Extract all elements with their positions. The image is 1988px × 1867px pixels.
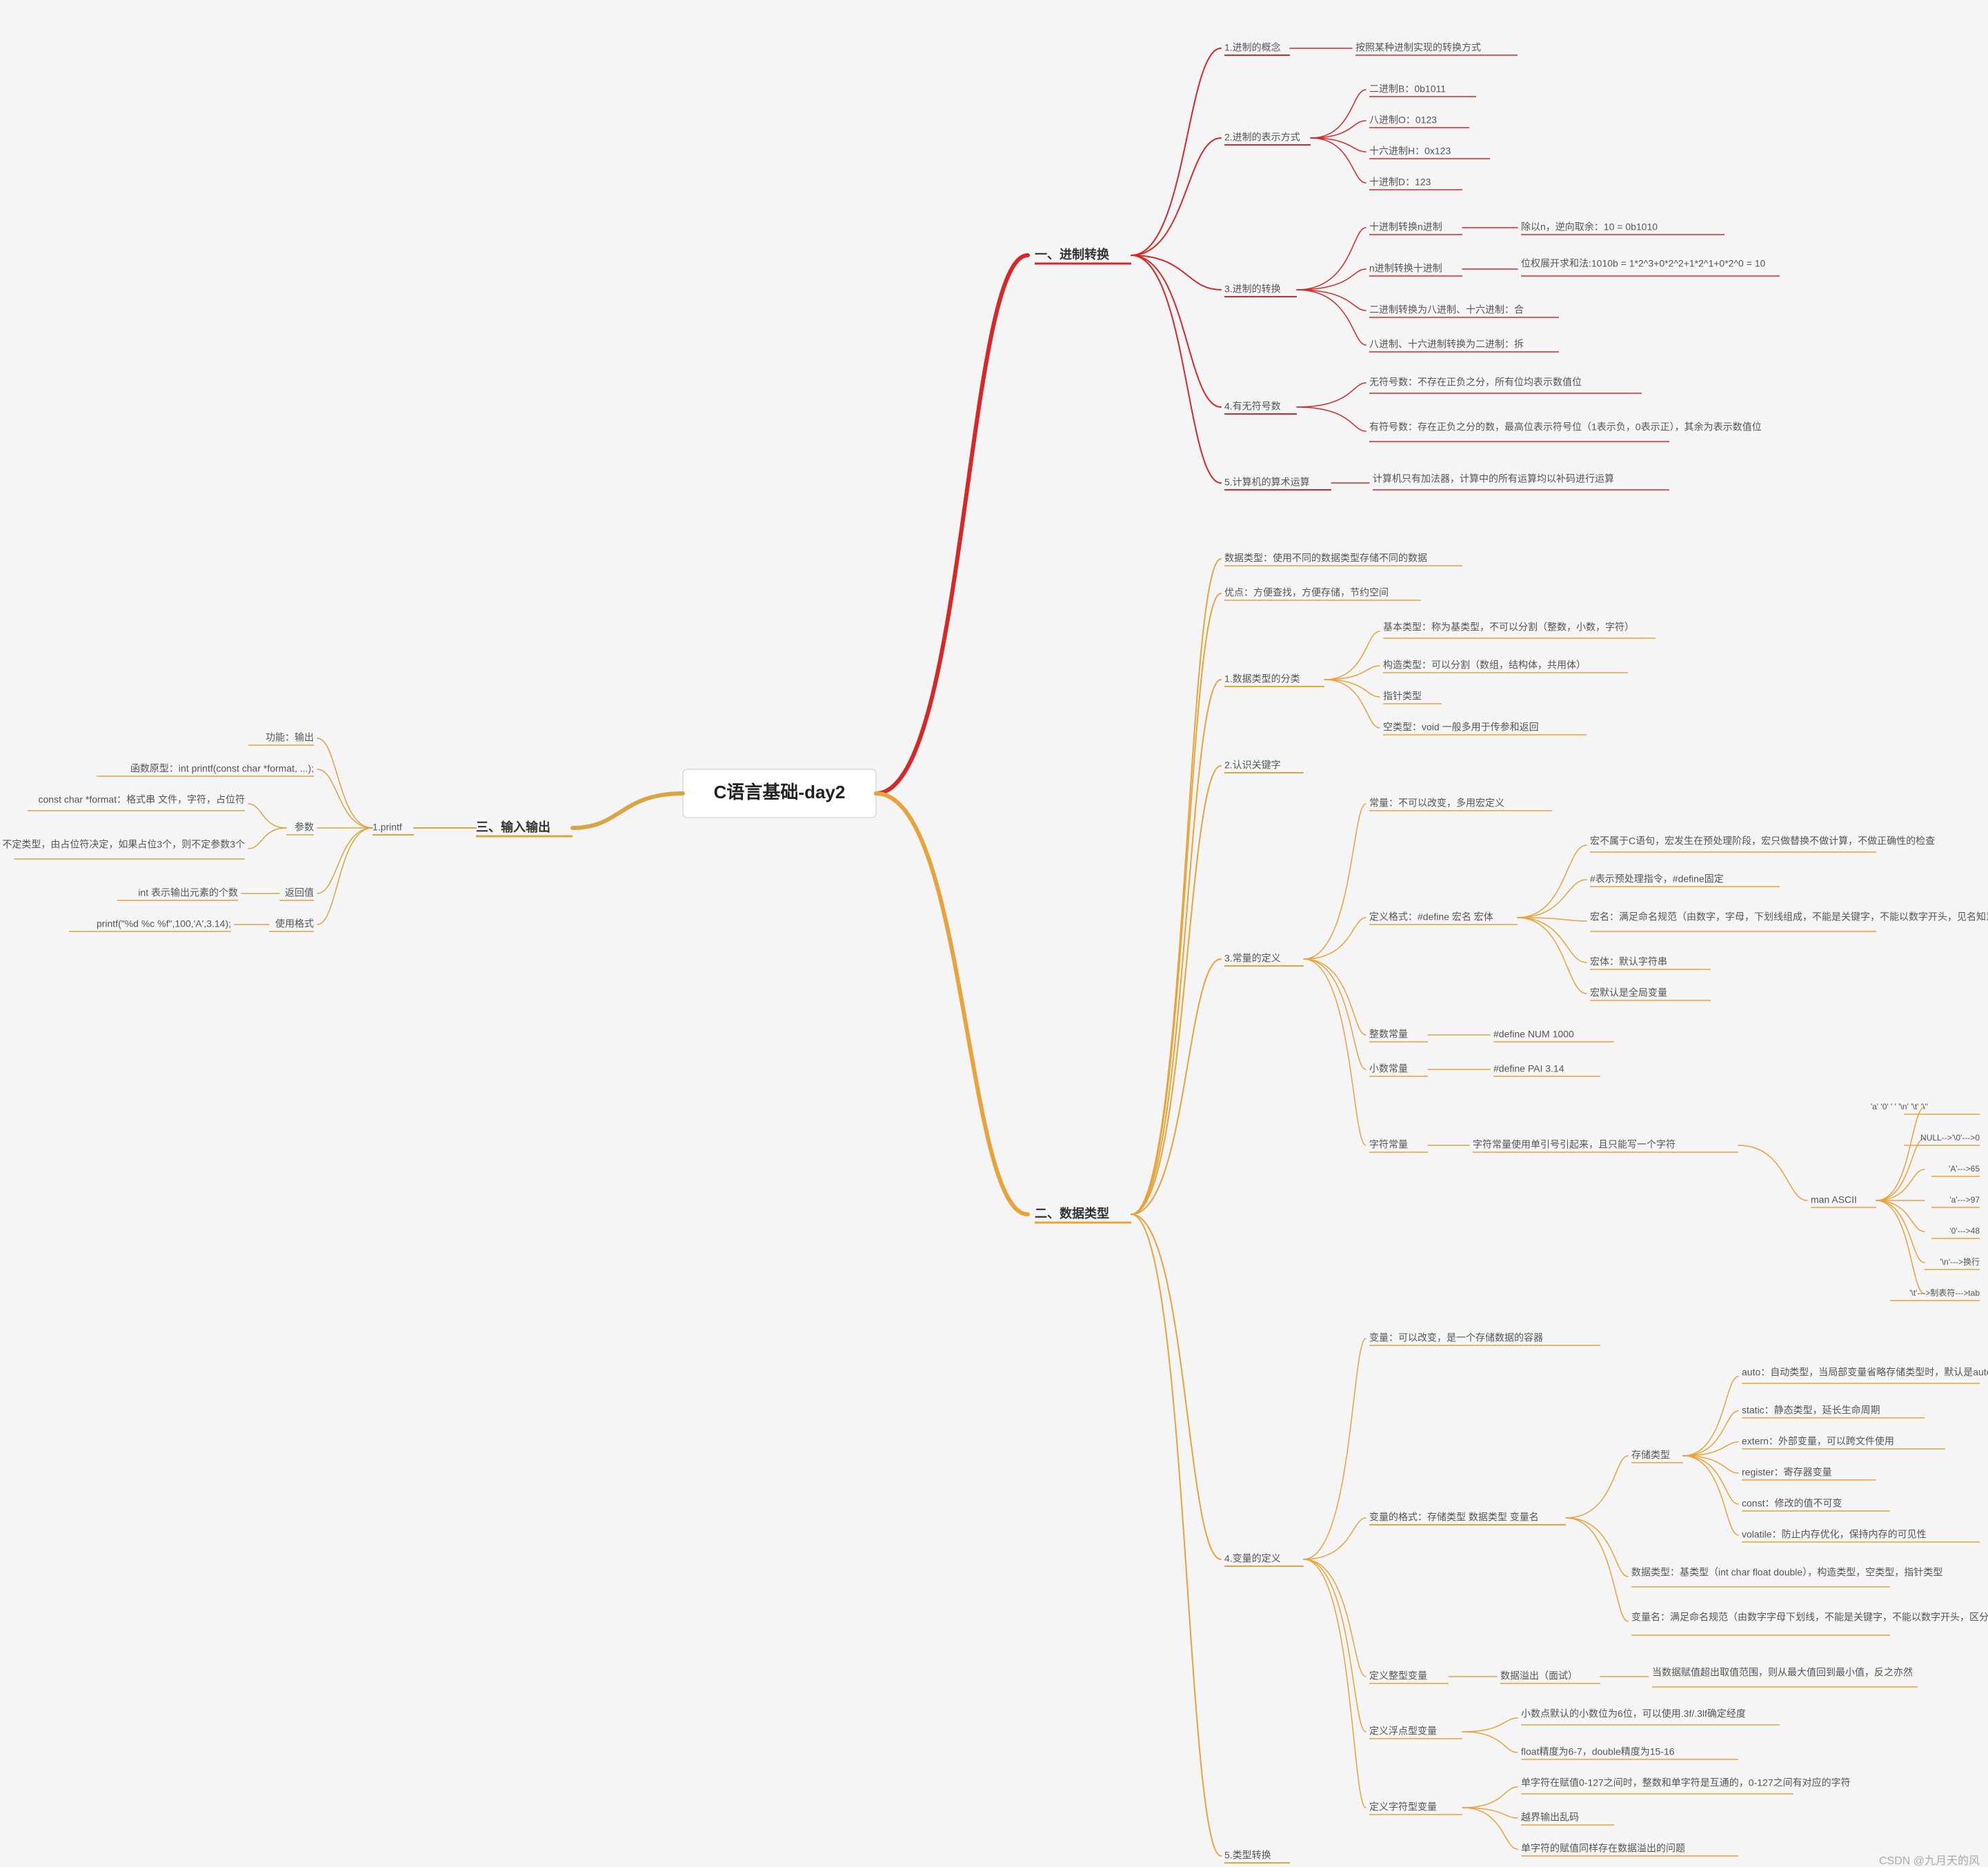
store-e: const：修改的值不可变: [1742, 1498, 1842, 1509]
mindmap-canvas: C语言基础-day2 一、进制转换 1.进制的概念 按照某种进制实现的转换方式 …: [0, 0, 1988, 1867]
b2-n4-nm: 变量名：满足命名规范（由数字字母下划线，不能是关键字，不能以数字开头，区分大小写…: [1631, 1612, 1988, 1623]
b2-n4-fmt: 变量的格式：存储类型 数据类型 变量名: [1369, 1512, 1539, 1523]
b1-n3-b-d: 位权展开求和法:1010b = 1*2^3+0*2^2+1*2^1+0*2^0 …: [1521, 258, 1766, 269]
store-c: extern：外部变量，可以跨文件使用: [1742, 1436, 1894, 1447]
watermark: CSDN @九月天的风: [1879, 1855, 1980, 1867]
b1-title: 一、进制转换: [1035, 247, 1110, 261]
ascii-c: 'A'--->65: [1949, 1164, 1980, 1174]
ascii-a: 'a' '0' ' ' '\n' '\t' '\'': [1871, 1102, 1928, 1112]
b3-title: 三、输入输出: [476, 820, 550, 834]
b1-n5-d: 计算机只有加法器，计算中的所有运算均以补码进行运算: [1373, 473, 1614, 484]
b2-n1-c: 指针类型: [1383, 691, 1422, 702]
b1-n2-b: 八进制O：0123: [1369, 115, 1437, 126]
b2-ascii: man ASCII: [1811, 1194, 1857, 1205]
b2-n3-fmt-c: 宏名：满足命名规范（由数字，字母，下划线组成，不能是关键字，不能以数字开头，见名…: [1590, 911, 1988, 922]
b1-n3-b: n进制转换十进制: [1369, 263, 1442, 274]
b1-n3: 3.进制的转换: [1224, 284, 1281, 295]
b3-fn: 功能：输出: [266, 732, 314, 743]
b1-n2-c: 十六进制H：0x123: [1369, 146, 1451, 157]
b2-n3-fmt: 定义格式：#define 宏名 宏体: [1369, 911, 1493, 922]
b2-n4-int: 定义整型变量: [1369, 1670, 1427, 1681]
b2-n3-int: 整数常量: [1369, 1029, 1408, 1040]
b2-chr-c: 单字符的赋值同样存在数据溢出的问题: [1521, 1843, 1685, 1854]
b2-n3-fmt-b: #表示预处理指令，#define固定: [1590, 873, 1724, 885]
b3-ret-d: int 表示输出元素的个数: [138, 887, 238, 898]
b2-n2: 2.认识关键字: [1224, 760, 1281, 771]
b2-flt-b: float精度为6-7，double精度为15-16: [1521, 1746, 1675, 1757]
b1-n3-d: 八进制、十六进制转换为二进制：拆: [1369, 339, 1524, 350]
b2-n4-flt: 定义浮点型变量: [1369, 1726, 1437, 1737]
b3-param-a: const char *format：格式串 文件，字符，占位符: [39, 794, 246, 805]
b2-n4-overflow: 数据溢出（面试）: [1500, 1670, 1578, 1681]
b2-n4: 4.变量的定义: [1224, 1553, 1281, 1564]
b1-n3-a-d: 除以n，逆向取余：10 = 0b1010: [1521, 221, 1658, 233]
b2-n4-dt: 数据类型：基类型（int char float double），构造类型，空类型…: [1631, 1567, 1942, 1578]
b1-n2-a: 二进制B：0b1011: [1369, 83, 1446, 95]
b3-param-b: ...：不定参数，不定个数，不定类型，由占位符决定，如果占位3个，则不定参数3个: [0, 839, 245, 850]
b3-param: 参数: [295, 822, 314, 833]
b1-n3-c: 二进制转换为八进制、十六进制：合: [1369, 304, 1524, 315]
b2-n3-int-d: #define NUM 1000: [1493, 1029, 1574, 1040]
b2-n4-store: 存储类型: [1631, 1450, 1670, 1461]
b3-printf: 1.printf: [372, 822, 402, 833]
b2-flt-a: 小数点默认的小数位为6位，可以使用.3f/.3lf确定经度: [1521, 1708, 1746, 1719]
b3-proto: 函数原型：int printf(const char *format, ...)…: [130, 763, 314, 774]
b2-n1-d: 空类型：void 一般多用于传参和返回: [1383, 722, 1539, 733]
b2-chr-a: 单字符在赋值0-127之间时，整数和单字符是互通的，0-127之间有对应的字符: [1521, 1777, 1851, 1788]
b2-n3-fmt-d: 宏体：默认字符串: [1590, 956, 1667, 967]
ascii-g: '\t'--->制表符--->tab: [1909, 1287, 1980, 1298]
b2-t1: 数据类型：使用不同的数据类型存储不同的数据: [1224, 553, 1427, 564]
store-d: register：寄存器变量: [1742, 1467, 1832, 1478]
b3-use: 使用格式: [275, 918, 314, 929]
b2-n3-chr-d: 字符常量使用单引号引起来，且只能写一个字符: [1473, 1139, 1676, 1150]
b2-n3-a: 常量：不可以改变，多用宏定义: [1369, 798, 1504, 809]
b1-n5: 5.计算机的算术运算: [1224, 477, 1310, 488]
store-a: auto：自动类型，当局部变量省略存储类型时，默认是auto: [1742, 1367, 1988, 1378]
b1-n4-a: 无符号数：不存在正负之分，所有位均表示数值位: [1369, 377, 1582, 388]
store-b: static：静态类型，延长生命周期: [1742, 1405, 1880, 1416]
store-f: volatile：防止内存优化，保持内存的可见性: [1742, 1529, 1927, 1540]
ascii-b: NULL-->'\0'--->0: [1920, 1133, 1980, 1143]
b2-n4-overflow-d: 当数据赋值超出取值范围，则从最大值回到最小值，反之亦然: [1652, 1667, 1913, 1678]
b1-n4-b: 有符号数：存在正负之分的数，最高位表示符号位（1表示负，0表示正），其余为表示数…: [1369, 422, 1762, 433]
b2-n1-b: 构造类型：可以分割（数组，结构体，共用体）: [1383, 660, 1586, 671]
b2-title: 二、数据类型: [1035, 1206, 1109, 1221]
b3-ret: 返回值: [285, 887, 314, 898]
b1-n1-d: 按照某种进制实现的转换方式: [1355, 42, 1481, 53]
b2-n4-a: 变量：可以改变，是一个存储数据的容器: [1369, 1332, 1543, 1343]
b2-n3-chr: 字符常量: [1369, 1139, 1408, 1150]
b1-n1: 1.进制的概念: [1224, 42, 1281, 53]
b3-use-d: printf("%d %c %f",100,'A',3.14);: [97, 918, 231, 929]
b2-n3-flt: 小数常量: [1369, 1063, 1408, 1074]
b2-n3-fmt-e: 宏默认是全局变量: [1590, 987, 1667, 998]
b1-n3-a: 十进制转换n进制: [1369, 221, 1442, 233]
b2-n5: 5.类型转换: [1224, 1850, 1271, 1861]
ascii-e: '0'--->48: [1949, 1226, 1980, 1236]
b2-n3: 3.常量的定义: [1224, 953, 1281, 964]
ascii-d: 'a'--->97: [1949, 1195, 1980, 1205]
root-label: C语言基础-day2: [714, 782, 846, 802]
b1-n2-d: 十进制D：123: [1369, 177, 1431, 188]
ascii-f: '\n'--->换行: [1940, 1257, 1980, 1267]
b2-n4-chr: 定义字符型变量: [1369, 1801, 1437, 1812]
b1-n2: 2.进制的表示方式: [1224, 132, 1300, 143]
b2-n3-fmt-a: 宏不属于C语句，宏发生在预处理阶段，宏只做替换不做计算，不做正确性的检查: [1590, 836, 1935, 847]
b2-n1: 1.数据类型的分类: [1224, 673, 1300, 684]
b2-n3-flt-d: #define PAI 3.14: [1493, 1063, 1564, 1074]
b1-n4: 4.有无符号数: [1224, 401, 1281, 412]
b2-t2: 优点：方便查找，方便存储，节约空间: [1224, 587, 1389, 598]
b2-n1-a: 基本类型：称为基类型，不可以分割（整数，小数，字符）: [1383, 622, 1634, 633]
b2-chr-b: 越界输出乱码: [1521, 1812, 1579, 1823]
